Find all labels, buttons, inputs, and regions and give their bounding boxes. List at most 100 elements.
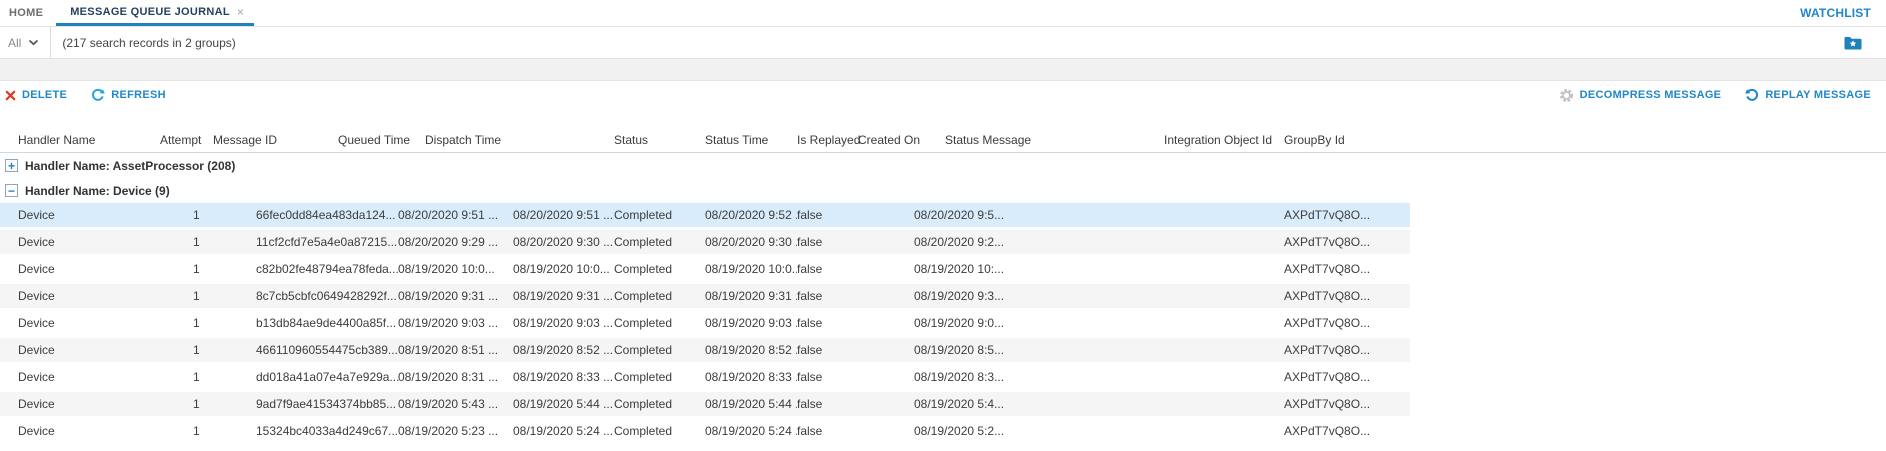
tab-home[interactable]: HOME: [0, 0, 56, 26]
cell-queued-time: 08/19/2020 8:31 ...: [338, 365, 425, 389]
cell-groupby-id: AXPdT7vQ8O...: [1284, 230, 1410, 254]
cell-queued-time: 08/19/2020 10:0...: [338, 257, 425, 281]
delete-button[interactable]: DELETE: [5, 89, 67, 101]
column-header-status[interactable]: Status: [614, 133, 705, 147]
grid-toolbar: DELETE REFRESH DECOMPRESS MESSAGE REPLAY…: [0, 81, 1886, 109]
decompress-message-label: DECOMPRESS MESSAGE: [1580, 89, 1722, 101]
cell-queued-time: 08/20/2020 9:29 ...: [338, 230, 425, 254]
spacer: [0, 109, 1886, 127]
cell-groupby-id: AXPdT7vQ8O...: [1284, 365, 1410, 389]
cell-message-id: 466110960554475cb389...: [213, 338, 338, 362]
table-row[interactable]: Device18c7cb5cbfc0649428292f...08/19/202…: [0, 284, 1410, 308]
add-to-watchlist-button[interactable]: [1844, 27, 1886, 58]
watchlist-button[interactable]: WATCHLIST: [1800, 0, 1886, 26]
cell-status-time: 08/19/2020 5:44 ...: [705, 392, 797, 416]
column-header-integration-object-id[interactable]: Integration Object Id: [1164, 133, 1284, 147]
column-header-status-time[interactable]: Status Time: [705, 133, 797, 147]
chevron-down-icon: [28, 39, 39, 46]
cell-is-replayed: false: [797, 203, 858, 227]
column-header-attempt[interactable]: Attempt: [160, 133, 213, 147]
cell-status: Completed: [614, 392, 705, 416]
cell-queued-time: 08/20/2020 9:51 ...: [338, 203, 425, 227]
cell-created-on: 08/19/2020 8:3...: [858, 365, 945, 389]
table-row[interactable]: Device166fec0dd84ea483da124...08/20/2020…: [0, 203, 1410, 227]
cell-status-time: 08/20/2020 9:30 ...: [705, 230, 797, 254]
table-row[interactable]: Device1dd018a41a07e4a7e929a...08/19/2020…: [0, 365, 1410, 389]
table-header: Handler Name Attempt Message ID Queued T…: [0, 127, 1886, 153]
cell-attempt: 1: [160, 257, 213, 281]
tab-home-label: HOME: [9, 7, 43, 19]
cell-created-on: 08/19/2020 10:...: [858, 257, 945, 281]
folder-star-icon: [1844, 36, 1862, 50]
cell-created-on: 08/19/2020 5:2...: [858, 419, 945, 443]
expand-collapse-icon[interactable]: −: [5, 184, 18, 197]
group-filter-dropdown[interactable]: All: [0, 27, 51, 58]
cell-message-id: 11cf2cfd7e5a4e0a87215...: [213, 230, 338, 254]
cell-attempt: 1: [160, 203, 213, 227]
column-header-handler-name[interactable]: Handler Name: [0, 133, 160, 147]
cell-attempt: 1: [160, 311, 213, 335]
cell-dispatch-time: 08/19/2020 9:03 ...: [425, 311, 614, 335]
cell-is-replayed: false: [797, 257, 858, 281]
cell-queued-time: 08/19/2020 9:31 ...: [338, 284, 425, 308]
group-label: Handler Name: Device (9): [25, 184, 170, 198]
cell-handler-name: Device: [0, 311, 160, 335]
tab-message-queue-journal[interactable]: MESSAGE QUEUE JOURNAL ×: [56, 0, 254, 26]
column-header-created-on[interactable]: Created On: [858, 133, 945, 147]
column-header-message-id[interactable]: Message ID: [213, 133, 338, 147]
close-tab-icon[interactable]: ×: [237, 6, 244, 18]
cell-attempt: 1: [160, 365, 213, 389]
cell-status: Completed: [614, 419, 705, 443]
cell-attempt: 1: [160, 419, 213, 443]
cell-status: Completed: [614, 338, 705, 362]
decompress-message-button[interactable]: DECOMPRESS MESSAGE: [1559, 88, 1722, 103]
column-header-is-replayed[interactable]: Is Replayed: [797, 133, 858, 147]
cell-is-replayed: false: [797, 338, 858, 362]
table-row[interactable]: Device1466110960554475cb389...08/19/2020…: [0, 338, 1410, 362]
cell-created-on: 08/20/2020 9:2...: [858, 230, 945, 254]
counterclockwise-arrow-icon: [1745, 88, 1759, 102]
watchlist-label: WATCHLIST: [1800, 6, 1871, 20]
column-header-status-message[interactable]: Status Message: [945, 133, 1164, 147]
cell-status: Completed: [614, 230, 705, 254]
column-header-queued-time[interactable]: Queued Time: [338, 133, 425, 147]
refresh-button[interactable]: REFRESH: [91, 88, 166, 102]
cell-status: Completed: [614, 203, 705, 227]
cell-dispatch-time: 08/19/2020 8:52 ...: [425, 338, 614, 362]
table-row[interactable]: Device115324bc4033a4d249c67... 08/19/2020…: [0, 419, 1410, 443]
cell-status: Completed: [614, 365, 705, 389]
group-row[interactable]: − Handler Name: Device (9): [0, 178, 1886, 203]
cell-created-on: 08/19/2020 5:4...: [858, 392, 945, 416]
cell-message-id: 15324bc4033a4d249c67...: [213, 419, 338, 443]
cell-dispatch-time: 08/19/2020 5:44 ...: [425, 392, 614, 416]
table-row[interactable]: Device19ad7f9ae41534374bb85...08/19/2020…: [0, 392, 1410, 416]
cell-created-on: 08/19/2020 8:5...: [858, 338, 945, 362]
cell-groupby-id: AXPdT7vQ8O...: [1284, 311, 1410, 335]
cell-is-replayed: false: [797, 311, 858, 335]
replay-message-button[interactable]: REPLAY MESSAGE: [1745, 88, 1871, 102]
table-row[interactable]: Device1c82b02fe48794ea78feda...08/19/202…: [0, 257, 1410, 281]
cell-attempt: 1: [160, 392, 213, 416]
replay-message-label: REPLAY MESSAGE: [1765, 89, 1871, 101]
column-header-groupby-id[interactable]: GroupBy Id: [1284, 133, 1410, 147]
cell-is-replayed: false: [797, 419, 858, 443]
cell-attempt: 1: [160, 230, 213, 254]
expand-collapse-icon[interactable]: +: [5, 159, 18, 172]
column-header-dispatch-time[interactable]: Dispatch Time: [425, 133, 614, 147]
group-row[interactable]: + Handler Name: AssetProcessor (208): [0, 153, 1886, 178]
cell-handler-name: Device: [0, 338, 160, 362]
table-row[interactable]: Device1b13db84ae9de4400a85f...08/19/2020…: [0, 311, 1410, 335]
cell-handler-name: Device: [0, 419, 160, 443]
cell-status-time: 08/19/2020 5:24 ...: [705, 419, 797, 443]
cell-status: Completed: [614, 257, 705, 281]
cell-created-on: 08/19/2020 9:3...: [858, 284, 945, 308]
table-row[interactable]: Device111cf2cfd7e5a4e0a87215...08/20/202…: [0, 230, 1410, 254]
cell-dispatch-time: 08/19/2020 8:33 ...: [425, 365, 614, 389]
cell-is-replayed: false: [797, 230, 858, 254]
gear-icon: [1559, 88, 1574, 103]
cell-is-replayed: false: [797, 284, 858, 308]
x-icon: [5, 90, 16, 101]
cell-queued-time: 08/19/2020 8:51 ...: [338, 338, 425, 362]
cell-dispatch-time: 08/19/2020 5:24 ...: [425, 419, 614, 443]
toolbar-right-group: DECOMPRESS MESSAGE REPLAY MESSAGE: [1559, 88, 1871, 103]
